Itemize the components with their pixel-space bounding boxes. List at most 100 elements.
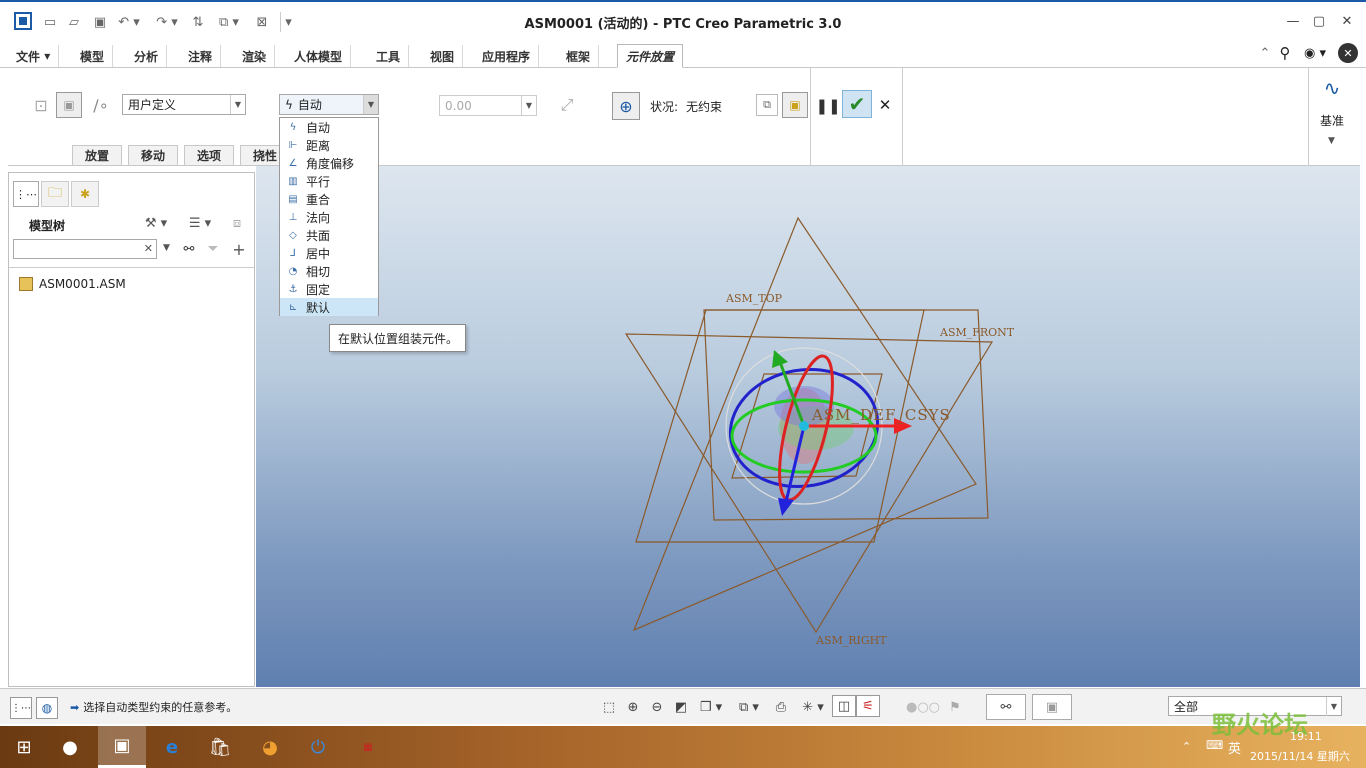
tab-view[interactable]: 视图 <box>422 45 464 67</box>
customize-icon[interactable]: ▾ <box>280 12 296 32</box>
tab-tools[interactable]: 工具 <box>368 45 410 67</box>
selection-icon[interactable]: ▣ <box>1032 694 1072 720</box>
ok-check-icon[interactable]: ✔ <box>842 90 872 118</box>
tray-chevron-icon[interactable]: ⌃ <box>1182 740 1191 753</box>
power-app-icon[interactable]: ⏻ <box>296 726 340 768</box>
filter-funnel-icon[interactable]: ⏷ <box>203 239 223 259</box>
open-icon[interactable]: ▱ <box>64 12 84 32</box>
folder-browser-tab-icon[interactable]: 🗀 <box>41 181 69 207</box>
csys-dragger[interactable] <box>721 347 912 516</box>
redo-icon[interactable]: ↷ ▾ <box>152 12 182 32</box>
model-tree-toggle-icon[interactable]: ⋮⋯ <box>10 697 32 719</box>
flip-icon[interactable]: ⤢ <box>556 94 578 116</box>
tab-manikin[interactable]: 人体模型 <box>286 45 352 67</box>
component-display-icon[interactable]: ▣ <box>56 92 82 118</box>
flag-icon[interactable]: ⚑ <box>944 696 966 718</box>
close-button[interactable]: ✕ <box>1334 8 1360 34</box>
clear-search-icon[interactable]: ✕ <box>144 242 153 255</box>
close-window-icon[interactable]: ⊠ <box>252 12 272 32</box>
tree-root-item[interactable]: ASM0001.ASM <box>19 277 126 291</box>
tab-file[interactable]: 文件 ▾ <box>8 45 60 67</box>
connection-icon[interactable]: ∕∘ <box>90 94 112 116</box>
tab-render[interactable]: 渲染 <box>234 45 276 67</box>
tab-framework[interactable]: 框架 <box>558 45 600 67</box>
clock-time[interactable]: 19:11 <box>1290 730 1322 743</box>
tab-applications[interactable]: 应用程序 <box>474 45 540 67</box>
constraint-set-select[interactable]: 用户定义 ▼ <box>122 94 246 115</box>
graphics-viewport[interactable]: ASM_DEF_CSYS ASM_TOP ASM_FRONT ASM_RIGHT <box>256 166 1360 687</box>
chevron-down-icon[interactable]: ▼ <box>1328 136 1335 146</box>
dropdown-item-distance[interactable]: ⊩ 距离 <box>280 136 378 154</box>
subtab-move[interactable]: 移动 <box>128 145 179 165</box>
constraint-type-select[interactable]: ϟ 自动 ▼ <box>279 94 379 115</box>
start-windows-icon[interactable]: ⊞ <box>2 726 46 768</box>
collapse-ribbon-icon[interactable]: ⌃ <box>1256 43 1274 63</box>
favorites-tab-icon[interactable]: ✱ <box>71 181 99 207</box>
tab-annotate[interactable]: 注释 <box>180 45 222 67</box>
cancel-x-icon[interactable]: ✕ <box>874 94 896 116</box>
youku-app-icon[interactable]: ▦ <box>346 726 390 768</box>
help-icon[interactable]: ◉ ▾ <box>1298 43 1332 63</box>
tab-component-placement[interactable]: 元件放置 <box>617 44 684 68</box>
tree-search-input[interactable]: ✕ <box>13 239 157 259</box>
dropdown-item-coplanar[interactable]: ◇ 共面 <box>280 226 378 244</box>
dropdown-item-centered[interactable]: ⅃ 居中 <box>280 244 378 262</box>
subtab-options[interactable]: 选项 <box>184 145 235 165</box>
add-icon[interactable]: + <box>229 239 249 259</box>
regenerate-icon[interactable]: ⇅ <box>188 12 208 32</box>
spin-center-icon[interactable]: ◫ <box>832 695 856 717</box>
datum-display-icon[interactable]: ✳ ▾ <box>796 696 830 718</box>
chevron-down-icon[interactable]: ▼ <box>163 243 170 253</box>
view-manager-icon[interactable]: ⎙ <box>770 696 792 718</box>
search-cortana-icon[interactable]: ● <box>48 726 92 768</box>
dropdown-item-fix[interactable]: ⚓ 固定 <box>280 280 378 298</box>
saved-orientations-icon[interactable]: ⧉ ▾ <box>732 696 766 718</box>
offset-input[interactable]: 0.00 ▼ <box>439 95 537 116</box>
dropdown-item-default[interactable]: ⊾ 默认 <box>280 298 378 316</box>
separate-window-icon[interactable]: ⧉ <box>756 94 778 116</box>
firefox-icon[interactable]: ◕ <box>248 726 292 768</box>
refit-icon[interactable]: ⬚ <box>598 696 620 718</box>
maximize-button[interactable]: ▢ <box>1306 8 1332 34</box>
app-icon[interactable] <box>14 12 32 30</box>
close-tab-icon[interactable]: ✕ <box>1338 43 1358 63</box>
undo-icon[interactable]: ↶ ▾ <box>114 12 144 32</box>
find-icon[interactable]: ⚯ <box>986 694 1026 720</box>
tree-settings-icon[interactable]: ⚒ ▾ <box>137 213 175 233</box>
clock-date[interactable]: 2015/11/14 星期六 <box>1250 748 1350 764</box>
record-icon[interactable]: ●○○ <box>906 696 940 718</box>
edge-browser-icon[interactable]: e <box>150 726 194 768</box>
dropdown-item-normal[interactable]: ⊥ 法向 <box>280 208 378 226</box>
ime-icon[interactable]: ⌨ <box>1206 738 1223 752</box>
datum-label[interactable]: 基准 <box>1320 112 1344 129</box>
display-style-icon[interactable]: ❒ ▾ <box>694 696 728 718</box>
dropdown-item-coincident[interactable]: ▤ 重合 <box>280 190 378 208</box>
dropdown-item-auto[interactable]: ϟ 自动 <box>280 118 378 136</box>
new-icon[interactable]: ▭ <box>40 12 60 32</box>
move-constraint-icon[interactable]: ⊡ <box>30 94 52 116</box>
store-icon[interactable]: 🛍 <box>198 726 242 768</box>
ime-language[interactable]: 英 <box>1228 738 1241 757</box>
dropdown-item-parallel[interactable]: ▥ 平行 <box>280 172 378 190</box>
minimize-button[interactable]: — <box>1280 8 1306 34</box>
assembly-window-icon[interactable]: ▣ <box>782 92 808 118</box>
windows-icon[interactable]: ⧉ ▾ <box>212 12 246 32</box>
pause-icon[interactable]: ❚❚ <box>815 94 840 118</box>
save-icon[interactable]: ▣ <box>90 12 110 32</box>
browser-toggle-icon[interactable]: ◍ <box>36 697 58 719</box>
dropdown-item-tangent[interactable]: ◔ 相切 <box>280 262 378 280</box>
tree-filter-icon[interactable]: ⧈ <box>225 213 249 233</box>
zoom-out-icon[interactable]: ⊖ <box>646 696 668 718</box>
datum-icon[interactable]: ∿ <box>1318 74 1346 102</box>
zoom-in-icon[interactable]: ⊕ <box>622 696 644 718</box>
search-icon[interactable]: ⚲ <box>1276 43 1294 63</box>
creo-taskbar-icon[interactable]: ▣ <box>98 726 146 768</box>
tab-model[interactable]: 模型 <box>72 45 114 67</box>
repaint-icon[interactable]: ◩ <box>670 696 692 718</box>
annotation-display-icon[interactable]: ⚟ <box>856 695 880 717</box>
model-tree-tab-icon[interactable]: ⋮⋯ <box>13 181 39 207</box>
dropdown-item-angle-offset[interactable]: ∠ 角度偏移 <box>280 154 378 172</box>
find-binoculars-icon[interactable]: ⚯ <box>179 239 199 259</box>
tab-analysis[interactable]: 分析 <box>126 45 168 67</box>
subtab-placement[interactable]: 放置 <box>72 145 123 165</box>
